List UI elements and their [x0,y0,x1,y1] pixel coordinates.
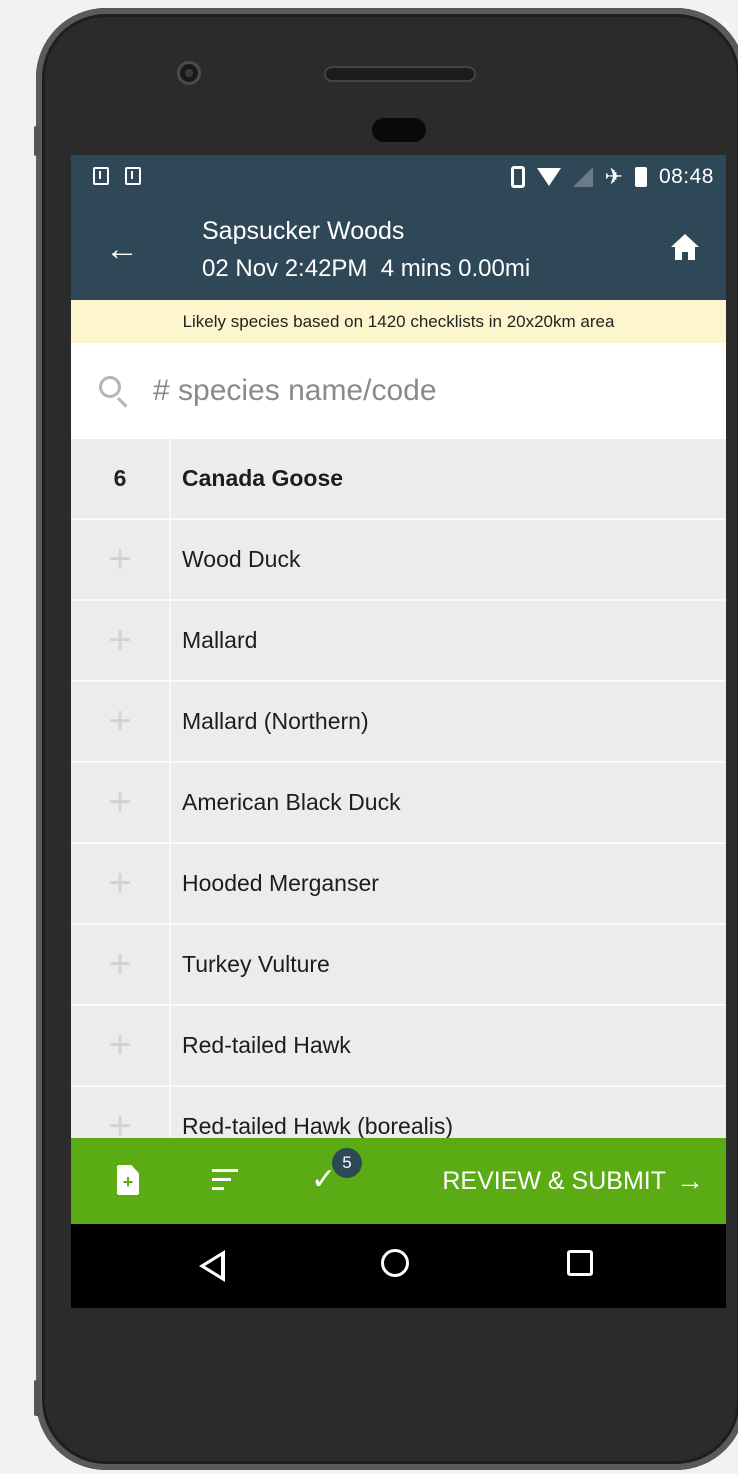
list-item[interactable]: + Mallard [71,601,726,682]
add-count-button[interactable]: + [71,601,171,680]
list-item[interactable]: + Red-tailed Hawk [71,1006,726,1087]
battery-icon [634,167,647,187]
add-count-button[interactable]: + [71,682,171,761]
android-nav-bar [71,1224,726,1308]
review-submit-button[interactable]: REVIEW & SUBMIT → [442,1138,704,1224]
sort-icon[interactable] [212,1169,238,1191]
wifi-icon [536,168,561,186]
page-title: Sapsucker Woods [202,217,405,245]
species-name: Wood Duck [182,546,301,572]
app-screen: ✈ 08:48 ← Sapsucker Woods 02 Nov 2:42PM … [71,155,726,1308]
search-bar [71,343,726,439]
proximity-sensor [372,118,426,142]
vibrate-icon [510,166,525,188]
add-count-button[interactable]: + [71,925,171,1004]
back-arrow-icon[interactable]: ← [105,229,139,269]
species-count-badge: 5 [332,1148,362,1178]
app-bar: ← Sapsucker Woods 02 Nov 2:42PM 4 mins 0… [71,201,726,300]
nav-home-icon[interactable] [381,1249,409,1277]
search-icon [99,376,121,398]
list-item[interactable]: + Mallard (Northern) [71,682,726,763]
species-count[interactable]: 6 [71,439,171,518]
front-camera [180,64,198,82]
list-item[interactable]: 6 Canada Goose [71,439,726,520]
download-icon [125,167,141,185]
nav-back-icon[interactable] [199,1250,225,1282]
list-item[interactable]: + Turkey Vulture [71,925,726,1006]
add-document-plus-icon: + [122,1172,134,1192]
list-item[interactable]: + Wood Duck [71,520,726,601]
list-item[interactable]: + Hooded Merganser [71,844,726,925]
airplane-icon: ✈ [604,164,623,189]
species-name: Mallard [182,627,258,653]
likely-species-banner: Likely species based on 1420 checklists … [71,300,726,343]
add-count-button[interactable]: + [71,763,171,842]
species-list: 6 Canada Goose + Wood Duck + Mallard + M… [71,439,726,1168]
list-item[interactable]: + American Black Duck [71,763,726,844]
species-name: Mallard (Northern) [182,708,369,734]
nav-recents-icon[interactable] [567,1250,593,1276]
phone-side-button [34,1380,40,1416]
checklist-summary: 02 Nov 2:42PM 4 mins 0.00mi [202,255,531,282]
arrow-right-icon: → [676,1165,704,1196]
status-time: 08:48 [658,165,714,188]
species-search-input[interactable] [151,365,695,417]
review-submit-label: REVIEW & SUBMIT [442,1167,666,1195]
status-bar: ✈ 08:48 [71,155,726,201]
species-name: American Black Duck [182,789,401,815]
earpiece-speaker [326,68,474,80]
add-count-button[interactable]: + [71,844,171,923]
phone-side-button [34,126,40,156]
species-name: Red-tailed Hawk [182,1032,351,1058]
download-icon [93,167,109,185]
home-icon[interactable] [670,233,700,261]
species-name: Hooded Merganser [182,870,379,896]
species-name: Turkey Vulture [182,951,330,977]
no-signal-icon [572,167,593,187]
add-count-button[interactable]: + [71,520,171,599]
add-count-button[interactable]: + [71,1006,171,1085]
species-name: Canada Goose [182,465,344,491]
bottom-action-bar: + ✓ 5 REVIEW & SUBMIT → [71,1138,726,1224]
